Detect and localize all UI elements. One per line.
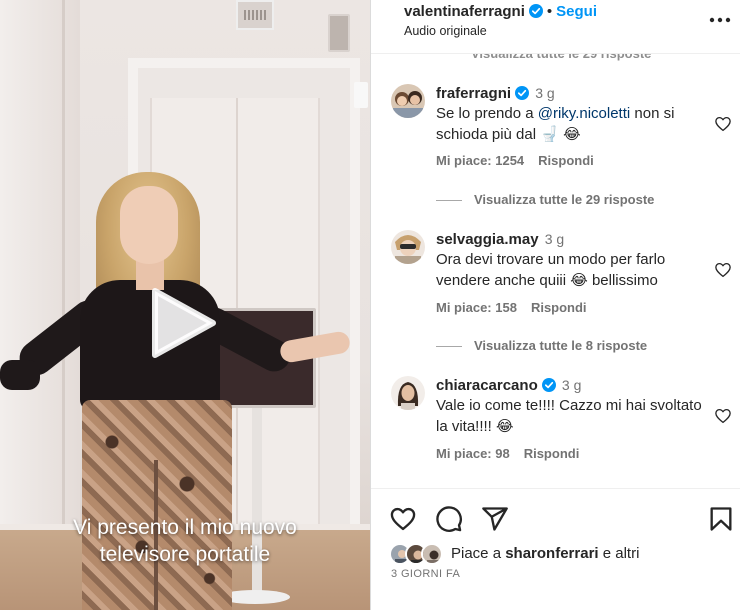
caption-line-2: televisore portatile bbox=[99, 543, 271, 566]
header-username[interactable]: valentinaferragni bbox=[404, 3, 525, 20]
comment-meta: Mi piace: 1254 Rispondi bbox=[436, 153, 594, 168]
tv-stand bbox=[252, 408, 262, 598]
comment-text: Se lo prendo a @riky.nicoletti non si sc… bbox=[436, 103, 706, 145]
liked-by-username[interactable]: sharonferrari bbox=[505, 545, 598, 562]
caption-line-1: Vi presento il mio nuovo bbox=[73, 516, 297, 539]
thermostat bbox=[354, 82, 368, 108]
verified-icon bbox=[541, 378, 556, 392]
wall-switch bbox=[328, 14, 350, 52]
reply-button[interactable]: Rispondi bbox=[538, 153, 594, 168]
comment-icon[interactable] bbox=[435, 505, 463, 533]
comment-text: Ora devi trovare un modo per farlo vende… bbox=[436, 251, 666, 289]
likes-prefix: Piace a bbox=[451, 545, 506, 562]
post-actions: Piace a sharonferrari e altri 3 GIORNI F… bbox=[371, 488, 740, 610]
person-hand-left bbox=[0, 360, 40, 390]
comment-meta: Mi piace: 158 Rispondi bbox=[436, 300, 587, 315]
post-date: 3 GIORNI FA bbox=[391, 568, 461, 580]
video-caption: Vi presento il mio nuovo televisore port… bbox=[0, 514, 370, 568]
person-pants bbox=[82, 400, 232, 610]
comment-text-start: Se lo prendo a bbox=[436, 105, 538, 122]
verified-icon bbox=[515, 86, 530, 100]
share-icon[interactable] bbox=[481, 505, 509, 533]
comment-username-text[interactable]: fraferragni bbox=[436, 85, 511, 102]
comment-likes[interactable]: Mi piace: 1254 bbox=[436, 153, 524, 168]
bookmark-icon[interactable] bbox=[707, 505, 735, 533]
view-replies-button[interactable]: Visualizza tutte le 29 risposte bbox=[436, 192, 654, 207]
heart-icon[interactable] bbox=[389, 505, 417, 533]
reply-button[interactable]: Rispondi bbox=[524, 446, 580, 461]
view-replies-label[interactable]: Visualizza tutte le 8 risposte bbox=[474, 338, 647, 353]
view-replies-button[interactable]: Visualizza tutte le 8 risposte bbox=[436, 338, 647, 353]
avatar[interactable] bbox=[391, 84, 425, 118]
avatar[interactable] bbox=[391, 230, 425, 264]
audio-label[interactable]: Audio originale bbox=[404, 24, 487, 38]
comment-username[interactable]: chiaracarcano 3 g bbox=[436, 377, 581, 394]
more-icon[interactable] bbox=[709, 14, 731, 26]
comment-time: 3 g bbox=[544, 231, 565, 247]
replies-dash bbox=[436, 200, 462, 202]
follow-button[interactable]: Segui bbox=[556, 3, 597, 20]
comment-meta: Mi piace: 98 Rispondi bbox=[436, 446, 579, 461]
replies-dash bbox=[436, 346, 462, 348]
comment-username[interactable]: fraferragni 3 g bbox=[436, 85, 555, 102]
reply-button[interactable]: Rispondi bbox=[531, 300, 587, 315]
comment-username-text[interactable]: chiaracarcano bbox=[436, 377, 538, 394]
heart-icon[interactable] bbox=[714, 407, 732, 425]
comment-username[interactable]: selvaggia.may 3 g bbox=[436, 231, 564, 248]
post-header: valentinaferragni • Segui Audio originale bbox=[371, 0, 740, 54]
play-icon[interactable] bbox=[143, 285, 219, 361]
verified-icon bbox=[528, 4, 543, 18]
video-player[interactable]: Vi presento il mio nuovo televisore port… bbox=[0, 0, 370, 610]
comment-likes[interactable]: Mi piace: 98 bbox=[436, 446, 510, 461]
comment-time: 3 g bbox=[561, 377, 582, 393]
comment-time: 3 g bbox=[535, 85, 555, 101]
avatar[interactable] bbox=[391, 376, 425, 410]
ceiling-vent bbox=[236, 0, 274, 30]
avatar bbox=[421, 543, 443, 565]
header-separator: • bbox=[546, 3, 553, 20]
header-user-line: valentinaferragni • Segui bbox=[404, 3, 597, 20]
comments-panel: valentinaferragni • Segui Audio originale … bbox=[370, 0, 740, 610]
mention-link[interactable]: @riky.nicoletti bbox=[538, 105, 630, 122]
comment-likes[interactable]: Mi piace: 158 bbox=[436, 300, 517, 315]
liked-by-text: Piace a sharonferrari e altri bbox=[451, 545, 639, 562]
person-face bbox=[120, 186, 178, 264]
view-replies-label[interactable]: Visualizza tutte le 29 risposte bbox=[474, 192, 654, 207]
post-viewer: Vi presento il mio nuovo televisore port… bbox=[0, 0, 740, 610]
heart-icon[interactable] bbox=[714, 261, 732, 279]
heart-icon[interactable] bbox=[714, 115, 732, 133]
comment-text: Vale io come te!!!! Cazzo mi hai svoltat… bbox=[436, 397, 702, 435]
likes-suffix[interactable]: e altri bbox=[599, 545, 640, 562]
comment-username-text[interactable]: selvaggia.may bbox=[436, 231, 539, 248]
